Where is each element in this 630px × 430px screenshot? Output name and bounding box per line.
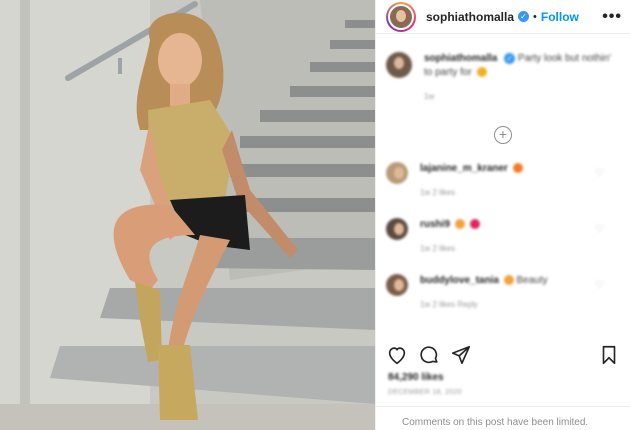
more-options-icon[interactable]: •••	[602, 8, 622, 26]
comment-like-icon[interactable]: ♡	[595, 168, 604, 179]
comment-meta: 1w 2 likes	[420, 244, 456, 253]
load-more-comments-button[interactable]: +	[494, 126, 512, 144]
comment-icon[interactable]	[418, 344, 440, 366]
heart-icon[interactable]	[386, 344, 408, 366]
comment-avatar[interactable]	[386, 218, 408, 240]
comment-like-icon[interactable]: ♡	[595, 280, 604, 291]
bookmark-icon[interactable]	[598, 344, 620, 366]
post-side-panel: sophiathomalla ✓ • Follow ••• sophiathom…	[375, 0, 630, 430]
grin-emoji-icon	[476, 67, 487, 78]
comment-meta: 1w 2 likes Reply	[420, 300, 478, 309]
comment-text: Beauty	[516, 275, 548, 286]
comment-meta: 1w 2 likes	[420, 188, 456, 197]
caption-time: 1w	[424, 92, 435, 101]
photo-illustration	[0, 0, 375, 430]
caption-verified-icon: ✓	[504, 53, 516, 64]
red-heart-emoji-icon	[469, 219, 480, 230]
heart-eyes-emoji-icon	[503, 275, 514, 286]
follow-button[interactable]: Follow	[541, 10, 579, 24]
share-icon[interactable]	[450, 344, 472, 366]
comment-avatar[interactable]	[386, 162, 408, 184]
caption-username[interactable]: sophiathomalla	[424, 53, 497, 64]
post-header: sophiathomalla ✓ • Follow •••	[376, 0, 630, 34]
post-date: DECEMBER 18, 2020	[388, 389, 462, 396]
comment-item: lajanine_m_kraner 1w 2 likes ♡	[376, 162, 630, 200]
post-actions	[386, 342, 620, 368]
caption-avatar[interactable]	[386, 52, 412, 78]
comment-username[interactable]: buddylove_tania	[420, 275, 499, 286]
comment-like-icon[interactable]: ♡	[595, 224, 604, 235]
fire-emoji-icon	[512, 163, 523, 174]
verified-badge-icon: ✓	[518, 11, 530, 22]
post-caption: sophiathomalla ✓ Party look but nothin' …	[376, 38, 630, 104]
post-photo	[0, 0, 375, 430]
comment-item: buddylove_tania Beauty 1w 2 likes Reply …	[376, 274, 630, 312]
heart-eyes-emoji-icon	[454, 219, 465, 230]
comments-list[interactable]: sophiathomalla ✓ Party look but nothin' …	[376, 38, 630, 338]
comment-item: rushi9 1w 2 likes ♡	[376, 218, 630, 256]
author-username[interactable]: sophiathomalla	[426, 10, 514, 24]
separator-dot: •	[533, 10, 537, 23]
comment-username[interactable]: lajanine_m_kraner	[420, 163, 508, 174]
comments-limited-notice: Comments on this post have been limited.	[376, 406, 630, 428]
author-avatar[interactable]	[386, 1, 416, 32]
comment-avatar[interactable]	[386, 274, 408, 296]
comment-username[interactable]: rushi9	[420, 219, 450, 230]
likes-count[interactable]: 84,290 likes	[388, 372, 444, 383]
